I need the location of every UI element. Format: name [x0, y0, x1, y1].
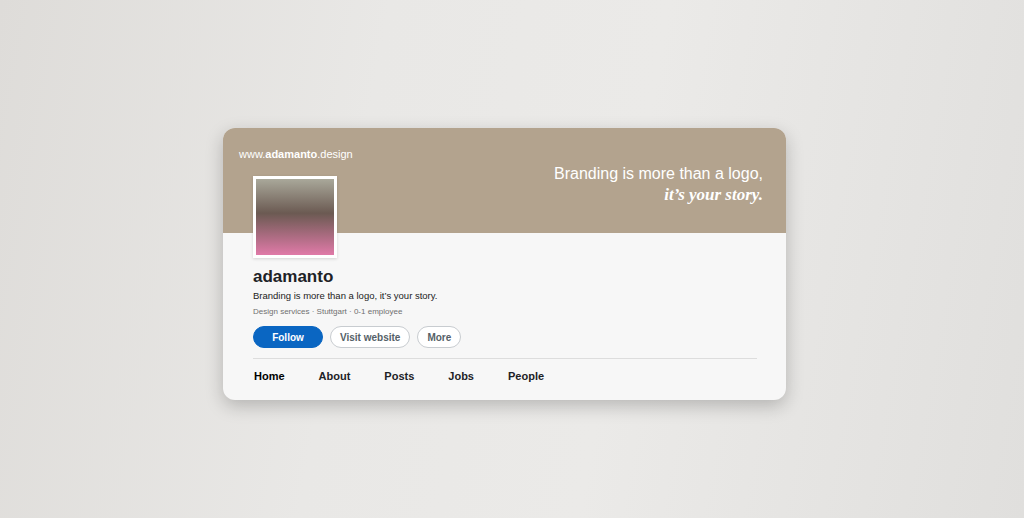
outline-button[interactable]: More: [417, 326, 461, 348]
avatar-photo: [253, 176, 337, 258]
outline-button[interactable]: Visit website: [330, 326, 410, 348]
primary-button[interactable]: Follow: [253, 326, 323, 348]
website-url: www.adamanto.design: [239, 148, 353, 160]
profile-body: adamanto Branding is more than a logo, it…: [223, 233, 786, 400]
tagline-line: it’s your story.: [664, 184, 763, 205]
divider: [253, 358, 757, 359]
company-tagline: Branding is more than a logo, it’s your …: [253, 290, 757, 301]
tab[interactable]: Posts: [384, 370, 414, 382]
profile-card: www.adamanto.design Branding is more than…: [223, 128, 786, 400]
company-meta: Design services · Stuttgart · 0-1 employ…: [253, 307, 757, 316]
tab[interactable]: People: [508, 370, 544, 382]
tab-bar: Home About Posts Jobs People: [253, 359, 757, 382]
background-photo: www.adamanto.design Branding is more than…: [0, 0, 1024, 518]
tab[interactable]: Jobs: [448, 370, 474, 382]
tab[interactable]: Home: [254, 370, 285, 382]
company-name: adamanto: [253, 267, 757, 287]
button-row: Follow Visit website More: [253, 326, 757, 348]
tab[interactable]: About: [319, 370, 351, 382]
banner-tagline: Branding is more than a logo,it’s your s…: [554, 164, 763, 205]
tagline-line: Branding is more than a logo,: [554, 164, 763, 184]
